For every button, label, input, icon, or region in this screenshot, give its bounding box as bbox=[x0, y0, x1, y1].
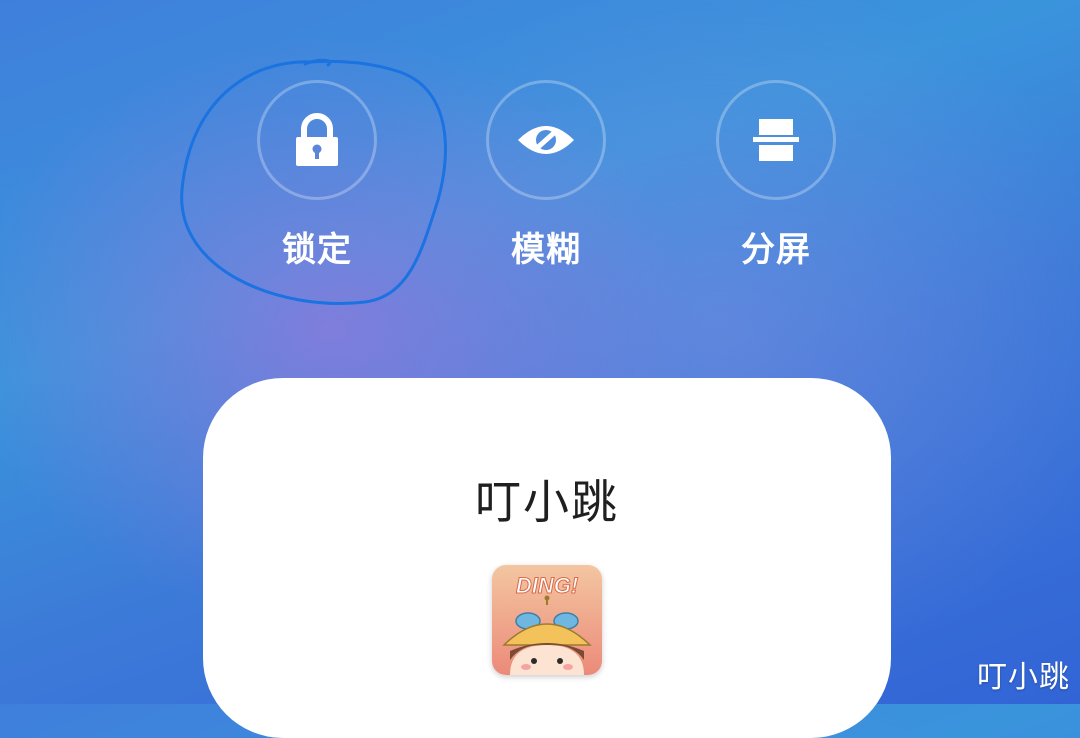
eye-blur-icon bbox=[518, 126, 574, 154]
lock-button[interactable]: 锁定 bbox=[257, 80, 377, 280]
split-screen-label: 分屏 bbox=[741, 230, 811, 270]
split-screen-button-circle bbox=[716, 80, 836, 200]
blur-button-circle bbox=[486, 80, 606, 200]
split-screen-button[interactable]: 分屏 bbox=[716, 80, 836, 280]
watermark: 叮小跳 bbox=[977, 660, 1070, 695]
blur-label: 模糊 bbox=[511, 230, 581, 270]
lock-button-circle bbox=[257, 80, 377, 200]
lock-label: 锁定 bbox=[282, 230, 352, 270]
quick-actions-bar: 锁定 模糊 分屏 bbox=[0, 0, 1080, 330]
split-screen-icon bbox=[753, 119, 799, 161]
ding-app-icon-art: DING! bbox=[492, 565, 602, 675]
ding-logo-text: DING! bbox=[516, 573, 578, 598]
ding-app-icon[interactable]: DING! bbox=[492, 565, 602, 675]
blur-button[interactable]: 模糊 bbox=[486, 80, 606, 280]
app-info-card: 叮小跳 DING! bbox=[203, 378, 891, 738]
app-name: 叮小跳 bbox=[475, 475, 619, 529]
lock-icon bbox=[296, 113, 338, 166]
